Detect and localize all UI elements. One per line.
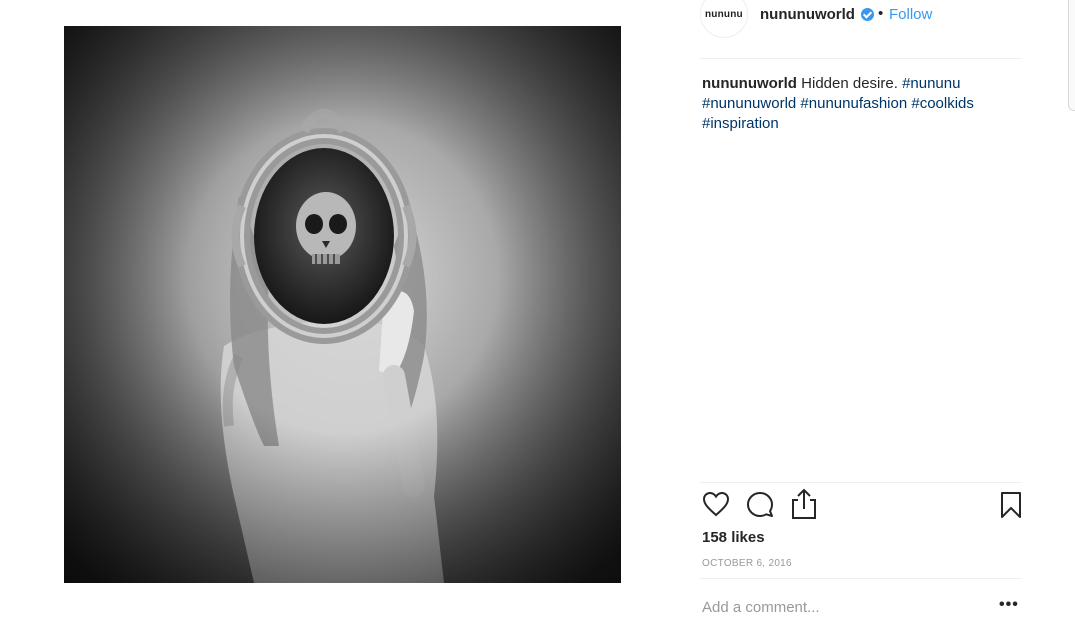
verified-badge-icon [861, 8, 874, 21]
caption-text: Hidden desire. [801, 75, 898, 92]
window-edge [1068, 0, 1075, 111]
post-image[interactable] [64, 26, 621, 583]
bookmark-icon[interactable] [1000, 491, 1022, 519]
hashtag-link[interactable]: #nununufashion [800, 95, 907, 112]
add-comment-input[interactable]: Add a comment... [702, 599, 820, 616]
post-photo-illustration [64, 26, 621, 583]
comment-divider [700, 578, 1022, 579]
more-options-icon[interactable]: ••• [999, 596, 1019, 614]
header-username[interactable]: nununuworld [760, 6, 855, 23]
comment-icon[interactable] [746, 491, 774, 518]
post-caption: nununuworld Hidden desire. #nununu #nunu… [702, 74, 1012, 134]
hashtag-link[interactable]: #coolkids [911, 95, 974, 112]
actions-divider [700, 482, 1022, 483]
heart-icon[interactable] [702, 491, 730, 517]
likes-count[interactable]: 158 likes [702, 529, 765, 546]
share-icon[interactable] [790, 488, 818, 520]
hashtag-link[interactable]: #nununu [902, 75, 960, 92]
post-date: OCTOBER 6, 2016 [702, 558, 792, 569]
hashtag-link[interactable]: #nununuworld [702, 95, 796, 112]
follow-button[interactable]: Follow [889, 6, 932, 23]
hashtag-link[interactable]: #inspiration [702, 115, 779, 132]
avatar[interactable]: nununu [700, 0, 748, 38]
post-header: nununu nununuworld • Follow [700, 0, 1022, 59]
separator-dot: • [878, 5, 884, 22]
avatar-logo-text: nununu [705, 9, 743, 20]
caption-username[interactable]: nununuworld [702, 75, 797, 92]
